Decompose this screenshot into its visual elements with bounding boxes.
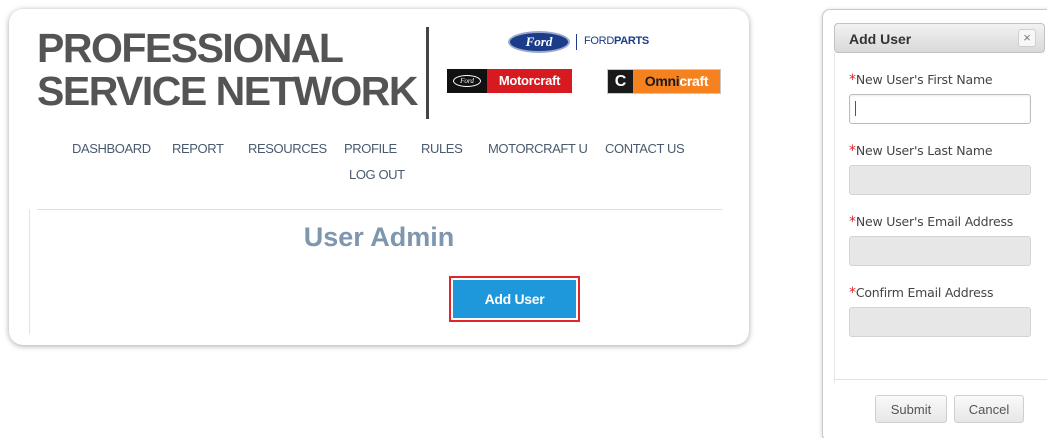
- confirm-email-input[interactable]: [849, 307, 1031, 337]
- dialog-title: Add User: [849, 31, 912, 47]
- nav-log-out[interactable]: LOG OUT: [349, 167, 405, 182]
- required-marker: *: [849, 72, 856, 88]
- close-icon[interactable]: ×: [1018, 29, 1036, 47]
- text-caret: [855, 101, 856, 116]
- site-title-line-1: PROFESSIONAL: [37, 25, 344, 71]
- psn-header-card: PROFESSIONAL SERVICE NETWORK Ford FORDPA…: [9, 9, 749, 345]
- cancel-button[interactable]: Cancel: [954, 395, 1024, 423]
- required-marker: *: [849, 143, 856, 159]
- last-name-label-text: New User's Last Name: [855, 143, 993, 158]
- ford-logo: Ford: [508, 31, 570, 53]
- nav-dashboard[interactable]: DASHBOARD: [72, 141, 151, 156]
- nav-rules[interactable]: RULES: [421, 141, 463, 156]
- submit-button[interactable]: Submit: [875, 395, 947, 423]
- brand-divider: [426, 27, 429, 119]
- site-title-line-2: SERVICE NETWORK: [37, 68, 418, 114]
- confirm-email-label: *Confirm Email Address: [849, 285, 993, 301]
- nav-motorcraft-u[interactable]: MOTORCRAFT U: [488, 141, 588, 156]
- confirm-email-label-text: Confirm Email Address: [855, 285, 994, 300]
- nav-contact-us[interactable]: CONTACT US: [605, 141, 685, 156]
- omnicraft-suffix: craft: [679, 73, 709, 89]
- add-user-button[interactable]: Add User: [453, 280, 576, 318]
- page-title: User Admin: [303, 222, 455, 252]
- required-marker: *: [849, 214, 856, 230]
- omnicraft-prefix: Omni: [644, 73, 680, 89]
- add-user-highlight: Add User: [449, 276, 580, 322]
- dialog-titlebar[interactable]: Add User ×: [834, 23, 1045, 53]
- main-nav: DASHBOARD REPORT RESOURCES PROFILE RULES…: [9, 141, 749, 201]
- site-title: PROFESSIONAL SERVICE NETWORK: [37, 25, 418, 114]
- motorcraft-logo: Ford Motorcraft: [447, 69, 572, 93]
- first-name-label: *New User's First Name: [849, 72, 993, 88]
- ford-parts-prefix: FORD: [584, 35, 614, 47]
- ford-parts-logo: FORDPARTS: [584, 35, 649, 47]
- email-label-text: New User's Email Address: [855, 214, 1014, 229]
- email-input[interactable]: [849, 236, 1031, 266]
- nav-report[interactable]: REPORT: [172, 141, 224, 156]
- ford-logo-text: Ford: [525, 34, 553, 49]
- motorcraft-label: Motorcraft: [487, 69, 572, 93]
- ford-parts-separator: [576, 34, 577, 50]
- nav-profile[interactable]: PROFILE: [344, 141, 397, 156]
- email-label: *New User's Email Address: [849, 214, 1013, 230]
- last-name-label: *New User's Last Name: [849, 143, 993, 159]
- header-divider: [37, 209, 722, 210]
- motorcraft-ford-oval: Ford: [453, 75, 481, 87]
- required-marker: *: [849, 285, 856, 301]
- nav-resources[interactable]: RESOURCES: [248, 141, 327, 156]
- first-name-label-text: New User's First Name: [855, 72, 993, 87]
- last-name-input[interactable]: [849, 165, 1031, 195]
- first-name-input[interactable]: [849, 94, 1031, 124]
- dialog-left-rule: [834, 53, 835, 383]
- dialog-footer-divider: [834, 379, 1047, 380]
- add-user-dialog: Add User × *New User's First Name *New U…: [822, 9, 1047, 438]
- motorcraft-ford-badge: Ford: [447, 69, 487, 93]
- omnicraft-wordmark: Omnicraft: [633, 70, 720, 93]
- ford-parts-suffix: PARTS: [613, 35, 649, 47]
- omnicraft-logo: C Omnicraft: [607, 69, 721, 94]
- omnicraft-icon: C: [608, 70, 633, 93]
